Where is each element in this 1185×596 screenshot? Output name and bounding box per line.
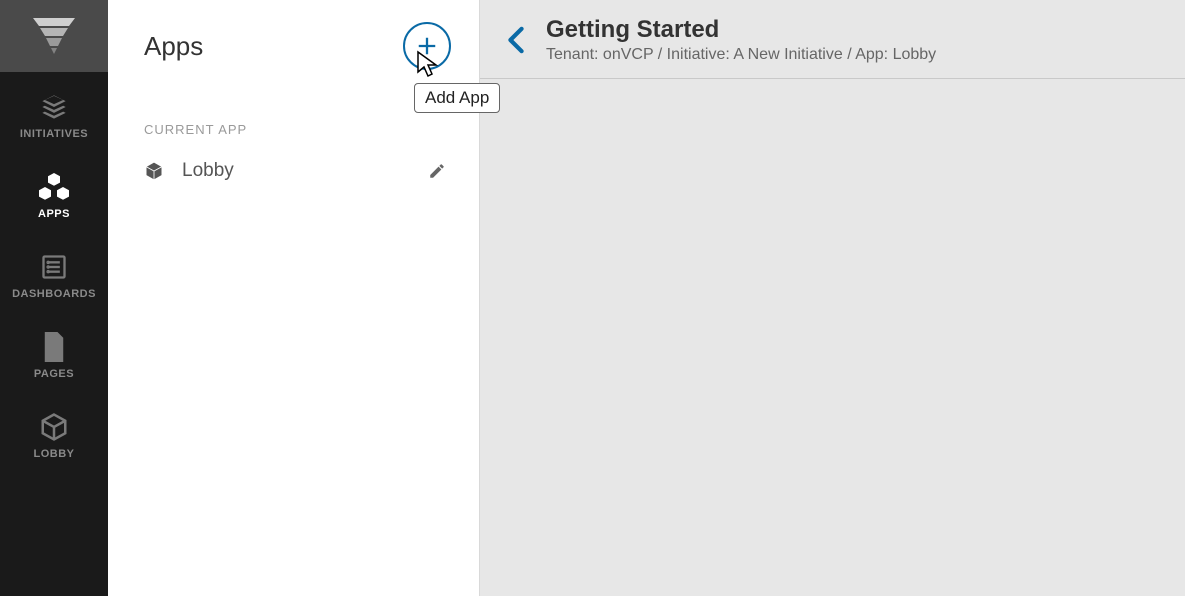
nav-item-initiatives[interactable]: INITIATIVES xyxy=(0,72,108,152)
list-box-icon xyxy=(40,250,68,284)
main-content: Getting Started Tenant: onVCP / Initiati… xyxy=(480,0,1185,596)
brand-logo[interactable] xyxy=(0,0,108,72)
cube-icon xyxy=(144,161,168,181)
nav-label: PAGES xyxy=(34,368,74,380)
logo-icon xyxy=(33,18,75,54)
plus-icon xyxy=(416,35,438,57)
back-button[interactable] xyxy=(496,20,536,60)
add-app-button[interactable] xyxy=(403,22,451,70)
nav-item-dashboards[interactable]: DASHBOARDS xyxy=(0,232,108,312)
edit-app-button[interactable] xyxy=(423,157,451,185)
cubes-icon xyxy=(38,170,70,204)
nav-item-pages[interactable]: PAGES xyxy=(0,312,108,392)
nav-label: INITIATIVES xyxy=(20,128,88,140)
panel-title: Apps xyxy=(144,31,203,62)
left-nav: INITIATIVES APPS xyxy=(0,0,108,596)
page-title: Getting Started xyxy=(546,16,936,44)
current-app-name: Lobby xyxy=(182,160,423,182)
nav-label: DASHBOARDS xyxy=(12,288,96,300)
main-header: Getting Started Tenant: onVCP / Initiati… xyxy=(480,0,1185,79)
layers-icon xyxy=(39,90,69,124)
nav-item-lobby[interactable]: LOBBY xyxy=(0,392,108,472)
nav-item-apps[interactable]: APPS xyxy=(0,152,108,232)
current-app-row[interactable]: Lobby xyxy=(108,147,479,195)
breadcrumb: Tenant: onVCP / Initiative: A New Initia… xyxy=(546,46,936,64)
page-icon xyxy=(42,330,66,364)
cube-outline-icon xyxy=(39,410,69,444)
pencil-icon xyxy=(428,162,446,180)
tooltip-add-app: Add App xyxy=(414,83,500,113)
chevron-left-icon xyxy=(507,26,525,54)
nav-label: LOBBY xyxy=(34,448,75,460)
nav-label: APPS xyxy=(38,208,70,220)
